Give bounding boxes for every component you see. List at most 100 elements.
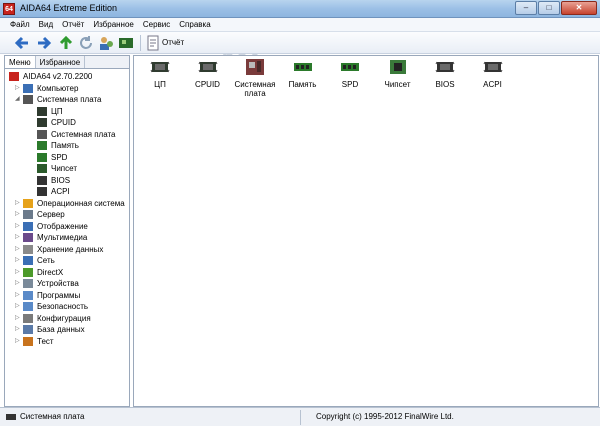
- grid-item[interactable]: ACPI: [469, 58, 517, 89]
- grid-item-label: ЦП: [154, 80, 166, 89]
- monitor-icon: [23, 221, 33, 231]
- expand-arrow-icon[interactable]: ▷: [15, 83, 21, 94]
- tree-view: AIDA64 v2.70.2200 ▷ Компьютер ◢ Системная п…: [5, 69, 129, 347]
- programs-icon: [23, 290, 33, 300]
- back-arrow-icon[interactable]: [14, 35, 30, 51]
- grid-item[interactable]: Память: [279, 58, 327, 89]
- content-pane: ЦП CPUID Системная плата Память SPD Чипсет BIO…: [133, 55, 599, 407]
- tree-item[interactable]: Память: [5, 140, 129, 152]
- tree-item[interactable]: CPUID: [5, 117, 129, 129]
- minimize-button[interactable]: –: [515, 1, 537, 15]
- cpu-icon: [150, 61, 170, 73]
- tree-item-label: Чипсет: [51, 164, 77, 173]
- grid-item[interactable]: ЦП: [136, 58, 184, 89]
- forward-arrow-icon[interactable]: [36, 35, 52, 51]
- tree-item[interactable]: ▷ Компьютер: [5, 83, 129, 95]
- tree-item[interactable]: ▷ Сеть: [5, 255, 129, 267]
- menu-report[interactable]: Отчёт: [58, 18, 89, 31]
- expand-arrow-icon[interactable]: ▷: [15, 336, 21, 347]
- tree-item[interactable]: ▷ Программы: [5, 290, 129, 302]
- tree-item-label: DirectX: [37, 267, 64, 277]
- tree-item-label: Конфигурация: [37, 313, 91, 323]
- tree-item[interactable]: ▷ Мультимедиа: [5, 232, 129, 244]
- tree-item[interactable]: ▷ Конфигурация: [5, 313, 129, 325]
- windows-icon: [23, 198, 33, 208]
- expand-arrow-icon[interactable]: ▷: [15, 232, 21, 243]
- tree-item[interactable]: SPD: [5, 152, 129, 164]
- report-button[interactable]: Отчёт: [162, 38, 184, 47]
- user-icon[interactable]: [98, 35, 114, 51]
- motherboard-icon: [37, 129, 47, 139]
- test-icon: [23, 336, 33, 346]
- expand-arrow-icon[interactable]: ▷: [15, 255, 21, 266]
- motherboard-icon: [246, 59, 264, 75]
- up-arrow-icon[interactable]: [58, 35, 74, 51]
- memory-icon: [37, 141, 47, 150]
- tree-item[interactable]: ▷ Операционная система: [5, 198, 129, 210]
- menu-help[interactable]: Справка: [175, 18, 215, 31]
- grid-item[interactable]: BIOS: [421, 58, 469, 89]
- grid-item[interactable]: SPD: [326, 58, 374, 89]
- menu-file[interactable]: Файл: [6, 18, 35, 31]
- expand-arrow-icon[interactable]: ▷: [15, 221, 21, 232]
- menu-bar: Файл Вид Отчёт Избранное Сервис Справка: [0, 18, 600, 32]
- expand-arrow-icon[interactable]: ▷: [15, 209, 21, 220]
- expand-arrow-icon[interactable]: ▷: [15, 313, 21, 324]
- grid-item[interactable]: CPUID: [184, 58, 232, 89]
- copyright-text: Copyright (c) 1995-2012 FinalWire Ltd.: [316, 412, 454, 421]
- grid-item-label: BIOS: [435, 80, 455, 89]
- tree-item[interactable]: BIOS: [5, 175, 129, 187]
- expand-arrow-icon[interactable]: ▷: [15, 301, 21, 312]
- toolbar-separator: [140, 35, 141, 51]
- grid-item-label: SPD: [341, 80, 359, 89]
- expand-arrow-icon[interactable]: ▷: [15, 290, 21, 301]
- tree-item[interactable]: ▷ DirectX: [5, 267, 129, 279]
- expand-arrow-icon[interactable]: ▷: [15, 244, 21, 255]
- refresh-icon[interactable]: [78, 35, 94, 51]
- tree-item[interactable]: ◢ Системная плата: [5, 94, 129, 106]
- close-button[interactable]: ✕: [561, 1, 597, 15]
- navigation-panel: Меню Избранное AIDA64 v2.70.2200 ▷ Компью…: [4, 55, 130, 407]
- tree-item[interactable]: ACPI: [5, 186, 129, 198]
- tree-item[interactable]: ▷ Сервер: [5, 209, 129, 221]
- tree-item[interactable]: ▷ Хранение данных: [5, 244, 129, 256]
- storage-icon: [23, 244, 33, 254]
- board-icon[interactable]: [118, 35, 134, 51]
- tree-item[interactable]: ▷ База данных: [5, 324, 129, 336]
- grid-item[interactable]: Системная плата: [231, 58, 279, 98]
- tab-menu[interactable]: Меню: [5, 56, 36, 68]
- tree-item[interactable]: Системная плата: [5, 129, 129, 141]
- expand-arrow-icon[interactable]: ▷: [15, 324, 21, 335]
- expand-arrow-icon[interactable]: ▷: [15, 198, 21, 209]
- bios-icon: [37, 175, 47, 185]
- memory-icon: [293, 63, 312, 71]
- tree-item[interactable]: Чипсет: [5, 163, 129, 175]
- tree-item[interactable]: ▷ Тест: [5, 336, 129, 348]
- tree-item-label: BIOS: [51, 175, 71, 185]
- chipset-icon: [389, 60, 406, 74]
- tree-item-label: SPD: [51, 152, 68, 162]
- report-icon[interactable]: [145, 35, 161, 51]
- tree-item[interactable]: ▷ Устройства: [5, 278, 129, 290]
- maximize-button[interactable]: □: [538, 1, 560, 15]
- status-divider: [300, 410, 301, 425]
- menu-view[interactable]: Вид: [35, 18, 58, 31]
- tree-item[interactable]: ▷ Отображение: [5, 221, 129, 233]
- grid-item[interactable]: Чипсет: [374, 58, 422, 89]
- expand-arrow-icon[interactable]: ▷: [15, 267, 21, 278]
- cpu-icon: [37, 106, 47, 116]
- collapse-arrow-icon[interactable]: ◢: [15, 94, 21, 105]
- tree-item-label: CPUID: [51, 118, 76, 127]
- menu-favorites[interactable]: Избранное: [89, 18, 139, 31]
- tree-item-label: Устройства: [37, 279, 79, 288]
- tree-root[interactable]: AIDA64 v2.70.2200: [5, 71, 129, 83]
- tree-item-label: Компьютер: [37, 83, 79, 93]
- status-bar: Системная плата Copyright (c) 1995-2012 …: [0, 407, 600, 426]
- status-text: Системная плата: [20, 412, 85, 421]
- menu-service[interactable]: Сервис: [139, 18, 175, 31]
- expand-arrow-icon[interactable]: ▷: [15, 278, 21, 289]
- tree-item-label: Безопасность: [37, 302, 89, 311]
- tab-favorites[interactable]: Избранное: [36, 56, 86, 68]
- tree-item[interactable]: ▷ Безопасность: [5, 301, 129, 313]
- tree-item[interactable]: ЦП: [5, 106, 129, 118]
